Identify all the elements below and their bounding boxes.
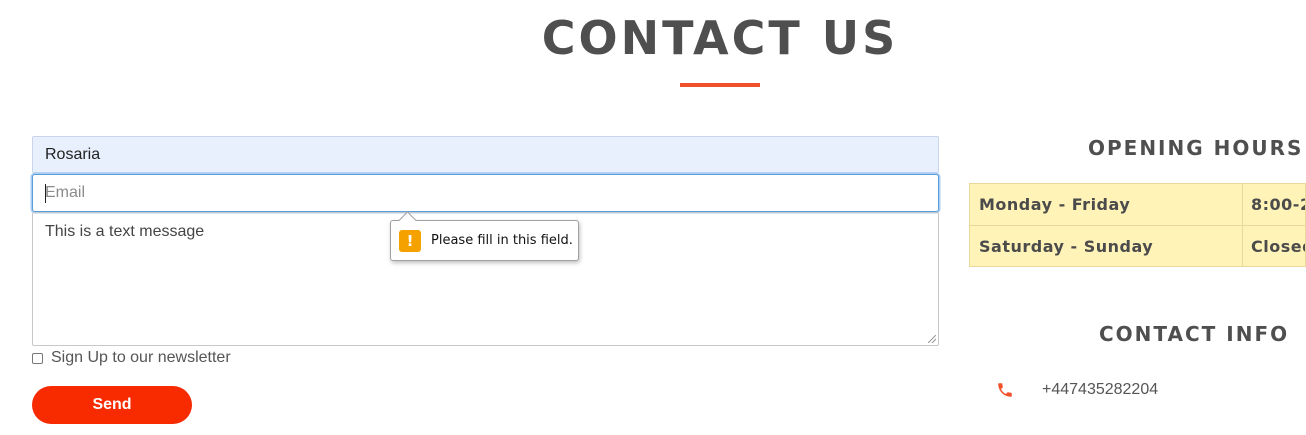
- column-divider: [1242, 184, 1243, 225]
- warning-icon: !: [399, 230, 421, 252]
- name-field[interactable]: Rosaria: [32, 136, 939, 173]
- phone-contact[interactable]: +447435282204: [996, 378, 1158, 402]
- page-title: CONTACT US: [541, 11, 899, 65]
- send-button[interactable]: Send: [32, 386, 192, 424]
- newsletter-checkbox[interactable]: [32, 352, 43, 364]
- hours-time: Closed: [1251, 237, 1305, 256]
- validation-tooltip: ! Please fill in this field.: [390, 211, 579, 261]
- email-placeholder: Email: [45, 184, 86, 201]
- text-caret: [45, 184, 46, 203]
- phone-icon: [998, 383, 1012, 397]
- email-field[interactable]: Email: [32, 174, 939, 212]
- resize-grip-icon[interactable]: [928, 335, 936, 343]
- hours-days: Monday - Friday: [979, 195, 1131, 214]
- table-row: Monday - Friday 8:00-20:00: [970, 184, 1305, 226]
- message-text: This is a text message: [45, 223, 205, 240]
- title-underline: [680, 83, 760, 87]
- contact-info-heading: CONTACT INFO: [1099, 322, 1290, 346]
- newsletter-option[interactable]: Sign Up to our newsletter: [32, 348, 231, 368]
- opening-hours-table: Monday - Friday 8:00-20:00 Saturday - Su…: [969, 183, 1306, 267]
- newsletter-label: Sign Up to our newsletter: [51, 349, 231, 366]
- tooltip-text: Please fill in this field.: [431, 233, 573, 248]
- hours-time: 8:00-20:00: [1251, 195, 1305, 214]
- hours-days: Saturday - Sunday: [979, 237, 1154, 256]
- column-divider: [1242, 226, 1243, 266]
- table-row: Saturday - Sunday Closed: [970, 226, 1305, 266]
- phone-number[interactable]: +447435282204: [1042, 381, 1158, 399]
- opening-hours-heading: OPENING HOURS: [1088, 136, 1304, 160]
